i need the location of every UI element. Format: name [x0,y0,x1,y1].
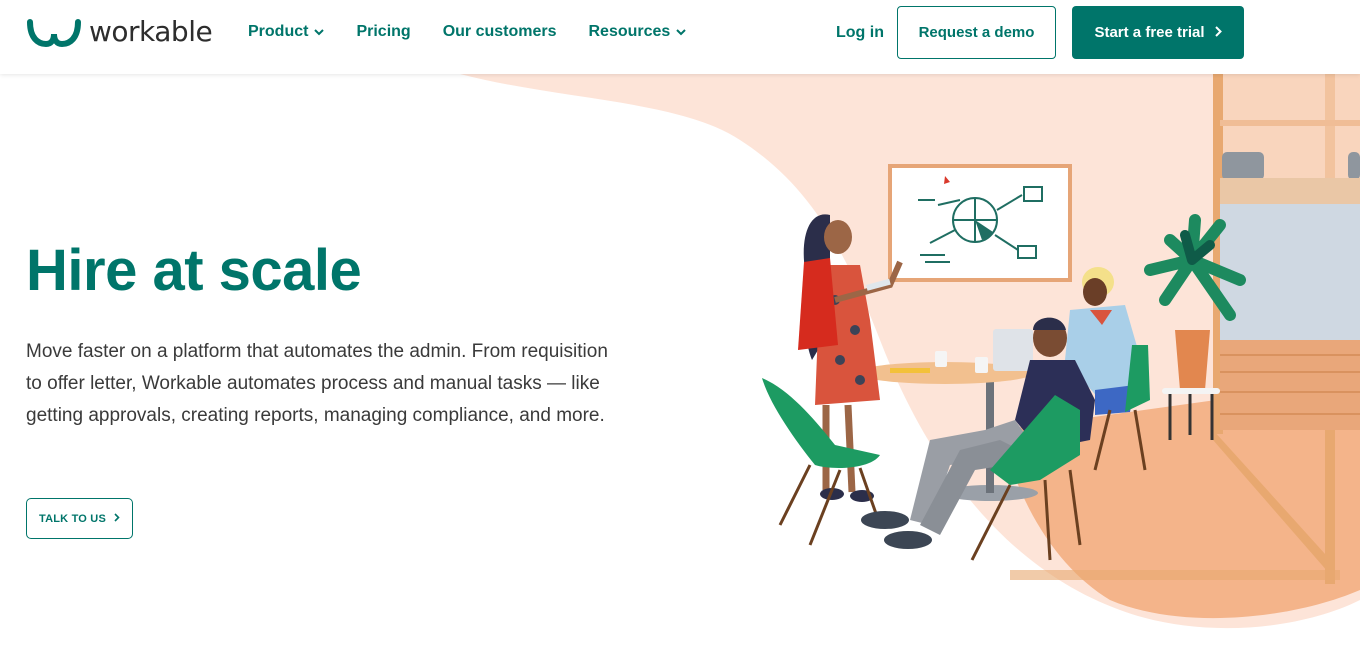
workable-logo[interactable]: workable [26,15,213,48]
nav-pricing[interactable]: Pricing [356,22,410,42]
request-demo-button[interactable]: Request a demo [897,6,1056,59]
logo-wordmark: workable [89,15,213,48]
nav-product-label: Product [248,23,309,40]
main-nav: Product Pricing Our customers Resources [248,22,687,42]
chevron-down-icon [314,22,325,42]
workable-logo-icon [26,16,82,48]
nav-product[interactable]: Product [248,22,325,42]
chevron-down-icon [676,22,687,42]
nav-resources-label: Resources [588,23,671,40]
request-demo-label: Request a demo [918,24,1035,41]
login-link[interactable]: Log in [836,23,884,43]
nav-pricing-label: Pricing [356,23,411,40]
hero-illustration [460,74,1360,629]
chevron-right-icon [1214,24,1222,41]
whiteboard [888,164,1072,282]
site-header: workable Product Pricing Our customers R… [0,0,1360,74]
nav-our-customers[interactable]: Our customers [443,22,557,42]
nav-our-customers-label: Our customers [442,23,557,40]
start-free-trial-button[interactable]: Start a free trial [1072,6,1244,59]
start-free-trial-label: Start a free trial [1094,24,1205,41]
nav-resources[interactable]: Resources [589,22,687,42]
